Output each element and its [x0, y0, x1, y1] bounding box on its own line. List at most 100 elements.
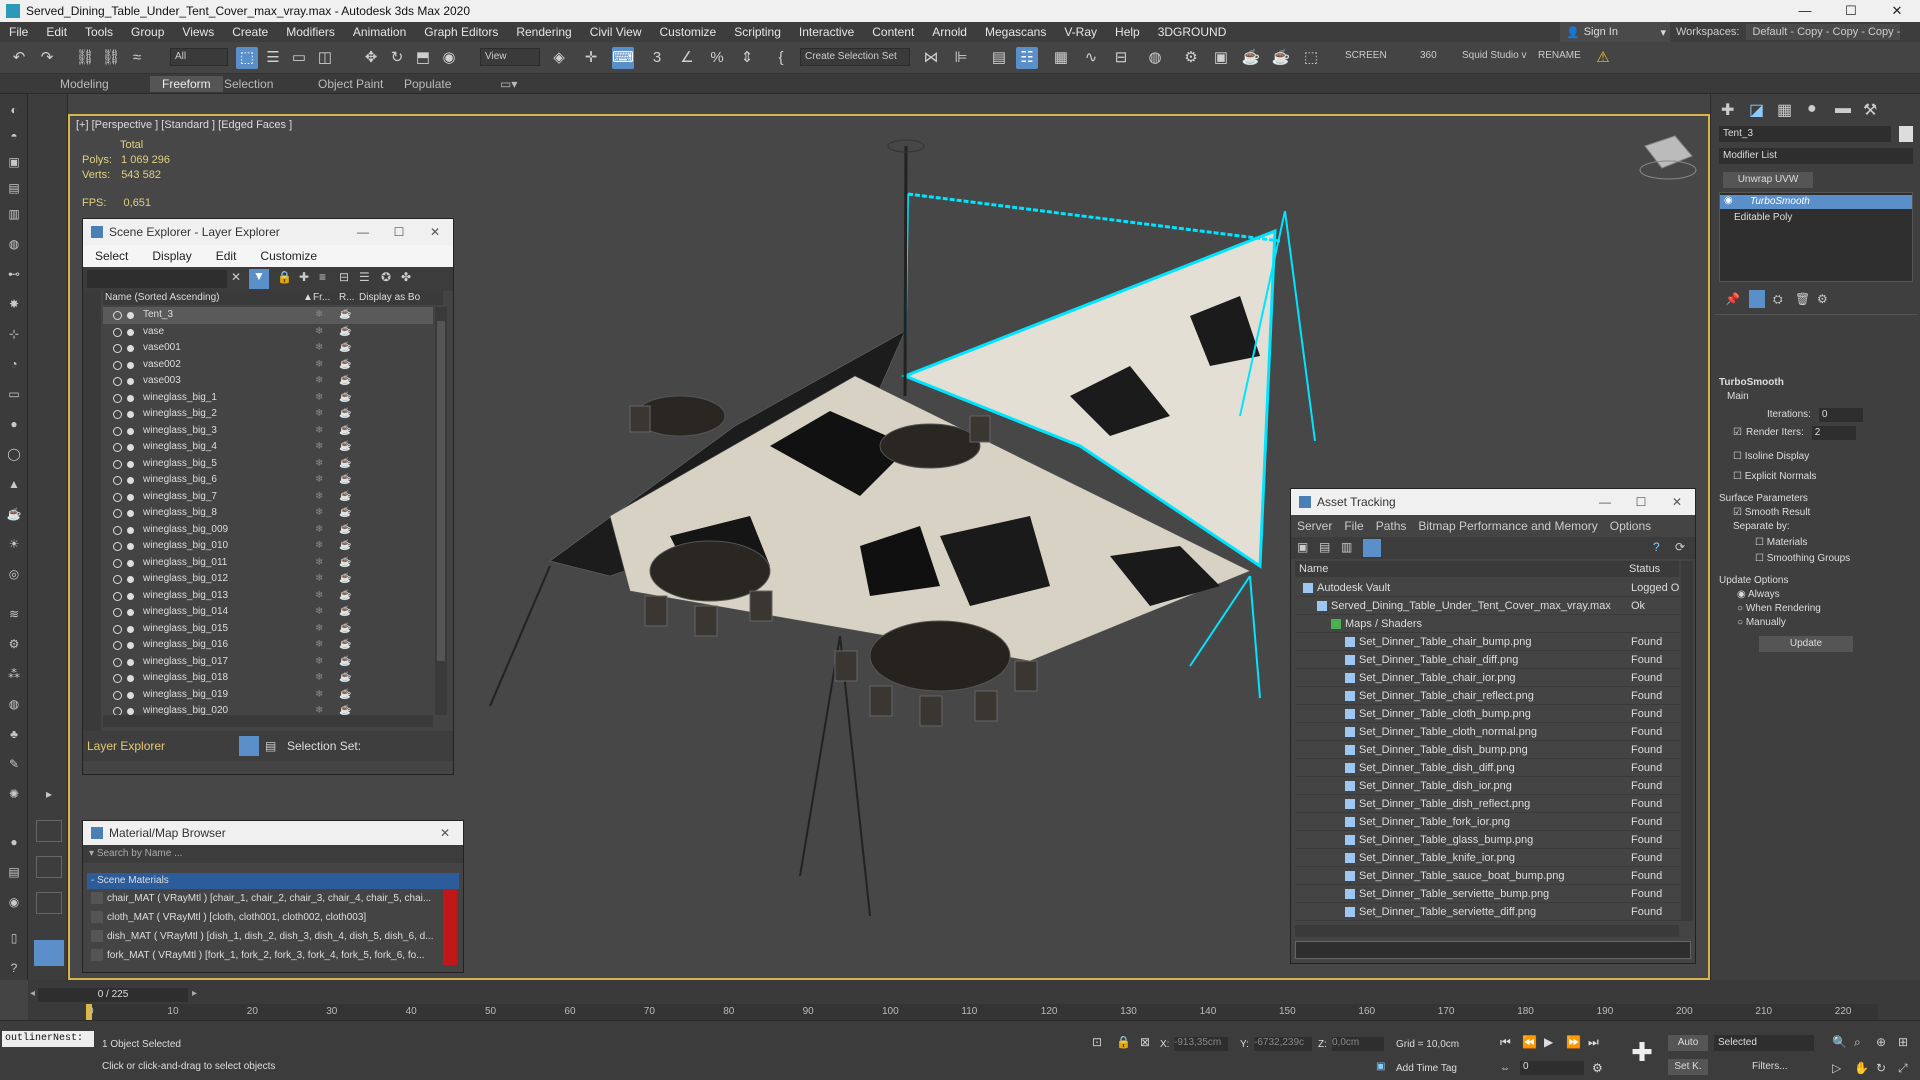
play-icon[interactable]: ▶	[1544, 1035, 1553, 1049]
scale-icon[interactable]: ⬒	[412, 47, 434, 69]
modifier-list-dropdown[interactable]: Modifier List	[1719, 148, 1913, 164]
motion-icon[interactable]: ▤	[5, 180, 23, 196]
sphere-render-icon[interactable]: ●	[5, 834, 23, 850]
freeze-icon[interactable]: ❄	[315, 340, 323, 357]
teapot-icon[interactable]: ☕	[339, 621, 351, 638]
z-coordinate-field[interactable]: 0,0cm	[1332, 1037, 1384, 1051]
menu-paths[interactable]: Paths	[1370, 519, 1413, 533]
eye-icon[interactable]	[113, 443, 122, 452]
teapot-icon[interactable]: ☕	[339, 505, 351, 522]
eye-icon[interactable]	[113, 360, 122, 370]
list-item[interactable]: wineglass_big_012 ❄ ☕	[103, 571, 433, 588]
teapot-icon[interactable]: ☕	[339, 456, 351, 473]
vault-icon[interactable]: ▣	[1297, 540, 1308, 554]
spacewarp-icon[interactable]: ≋	[5, 606, 23, 622]
render-dot-icon[interactable]	[127, 675, 134, 682]
create-tab-icon[interactable]: ✚	[1721, 100, 1734, 120]
table-row[interactable]: Set_Dinner_Table_dish_ior.png Found	[1295, 777, 1681, 795]
menu-group[interactable]: Group	[122, 25, 173, 39]
warning-icon[interactable]: ⚠	[1592, 47, 1614, 69]
lock-selection-icon[interactable]: 🔒	[1116, 1035, 1131, 1049]
list-item[interactable]: wineglass_big_7 ❄ ☕	[103, 489, 433, 506]
maximize-viewport-icon[interactable]: ⤢	[1898, 1061, 1908, 1076]
next-frame-icon[interactable]: ⏩	[1566, 1035, 1581, 1049]
table-row[interactable]: Served_Dining_Table_Under_Tent_Cover_max…	[1295, 597, 1681, 615]
time-marker[interactable]	[86, 1004, 92, 1020]
freeze-icon[interactable]: ❄	[315, 456, 323, 473]
close-icon[interactable]: ✕	[417, 219, 453, 245]
eye-icon[interactable]	[113, 624, 122, 634]
curve-editor-icon[interactable]: ∿	[1080, 47, 1102, 69]
render-iters-spinner[interactable]: 2	[1811, 426, 1856, 440]
table-row[interactable]: Maps / Shaders	[1295, 615, 1681, 633]
teapot-icon[interactable]: ☕	[339, 637, 351, 654]
table-row[interactable]: Set_Dinner_Table_chair_reflect.png Found	[1295, 687, 1681, 705]
make-unique-icon[interactable]: ⛭	[1773, 292, 1783, 307]
list-item[interactable]: wineglass_big_011 ❄ ☕	[103, 555, 433, 572]
menu-3dground[interactable]: 3DGROUND	[1149, 25, 1236, 39]
eye-icon[interactable]	[113, 426, 122, 436]
object-color-swatch[interactable]	[1899, 126, 1913, 142]
table-row[interactable]: Set_Dinner_Table_chair_bump.png Found	[1295, 633, 1681, 651]
table-view-icon[interactable]	[1363, 539, 1381, 557]
slider-left-icon[interactable]: ◂	[30, 988, 35, 999]
freeze-icon[interactable]: ❄	[315, 687, 323, 704]
list-item[interactable]: Tent_3 ❄ ☕	[103, 307, 433, 324]
teapot-icon[interactable]: ☕	[339, 654, 351, 671]
zoom-extents-all-icon[interactable]: ⊞	[1898, 1035, 1908, 1049]
layer-icon[interactable]	[239, 736, 259, 756]
menu-animation[interactable]: Animation	[344, 25, 415, 39]
always-radio[interactable]: ◉	[1737, 589, 1746, 600]
materials-checkbox[interactable]: ☐	[1755, 537, 1764, 548]
slider-right-icon[interactable]: ▸	[192, 988, 197, 999]
list-item[interactable]: wineglass_big_019 ❄ ☕	[103, 687, 433, 704]
motion-tab-icon[interactable]: ●	[1807, 100, 1817, 118]
hierarchy-icon[interactable]: ▣	[5, 154, 23, 170]
eye-icon[interactable]	[113, 690, 122, 700]
percent-snap-icon[interactable]: %	[706, 47, 728, 69]
list-item[interactable]: wineglass_big_018 ❄ ☕	[103, 670, 433, 687]
viewport-label[interactable]: [+] [Perspective ] [Standard ] [Edged Fa…	[76, 119, 292, 131]
teapot-icon[interactable]: ☕	[339, 439, 351, 456]
trackbar[interactable]: 0102030405060708090100110120130140150160…	[88, 1004, 1878, 1020]
select-by-name-icon[interactable]: ☰	[262, 47, 284, 69]
menu-content[interactable]: Content	[863, 25, 923, 39]
rectangular-selection-icon[interactable]: ▭	[288, 47, 310, 69]
fov-icon[interactable]: ▷	[1832, 1061, 1841, 1075]
teapot-icon[interactable]: ☕	[339, 373, 351, 390]
viewport-layout-active[interactable]	[34, 940, 64, 966]
configure-sets-icon[interactable]: ⚙	[1817, 292, 1828, 306]
render-dot-icon[interactable]	[127, 411, 134, 418]
table-row[interactable]: Set_Dinner_Table_knife_ior.png Found	[1295, 849, 1681, 867]
align-icon[interactable]: ⊫	[950, 47, 972, 69]
close-icon[interactable]: ✕	[1659, 489, 1695, 515]
menu-graph-editors[interactable]: Graph Editors	[415, 25, 507, 39]
table-row[interactable]: Set_Dinner_Table_chair_ior.png Found	[1295, 669, 1681, 687]
filters-button[interactable]: Filters...	[1752, 1061, 1788, 1072]
smoothing-groups-checkbox[interactable]: ☐	[1755, 553, 1764, 564]
eye-icon[interactable]	[113, 641, 122, 650]
list-item[interactable]: wineglass_big_014 ❄ ☕	[103, 604, 433, 621]
mirror-icon[interactable]: ⋈	[920, 47, 942, 69]
material-item[interactable]: cloth_MAT ( VRayMtl ) [cloth, cloth001, …	[87, 908, 459, 927]
spinner-snap-icon[interactable]: ⇕	[736, 47, 758, 69]
list-item[interactable]: wineglass_big_5 ❄ ☕	[103, 456, 433, 473]
table-row[interactable]: Set_Dinner_Table_serviette_bump.png Found	[1295, 885, 1681, 903]
render-dot-icon[interactable]	[127, 378, 134, 385]
teapot-icon[interactable]: ☕	[339, 687, 351, 704]
eye-icon[interactable]	[113, 377, 122, 386]
add-time-tag[interactable]: Add Time Tag	[1396, 1063, 1457, 1074]
render-dot-icon[interactable]	[127, 361, 134, 369]
previous-frame-icon[interactable]: ⏪	[1522, 1035, 1537, 1049]
eye-icon[interactable]	[113, 558, 122, 568]
unlink-icon[interactable]: ⛓	[100, 47, 122, 69]
list-item[interactable]: vase ❄ ☕	[103, 324, 433, 341]
unwrap-uvw-button[interactable]: Unwrap UVW	[1723, 172, 1813, 188]
eye-icon[interactable]	[113, 344, 122, 353]
freeze-icon[interactable]: ❄	[315, 472, 323, 489]
eye-icon[interactable]	[113, 311, 122, 320]
brush-icon[interactable]: ✎	[5, 756, 23, 772]
utilities-icon[interactable]: ◍	[5, 236, 23, 252]
asset-horizontal-scrollbar[interactable]	[1295, 925, 1679, 937]
render-dot-icon[interactable]	[127, 559, 134, 567]
